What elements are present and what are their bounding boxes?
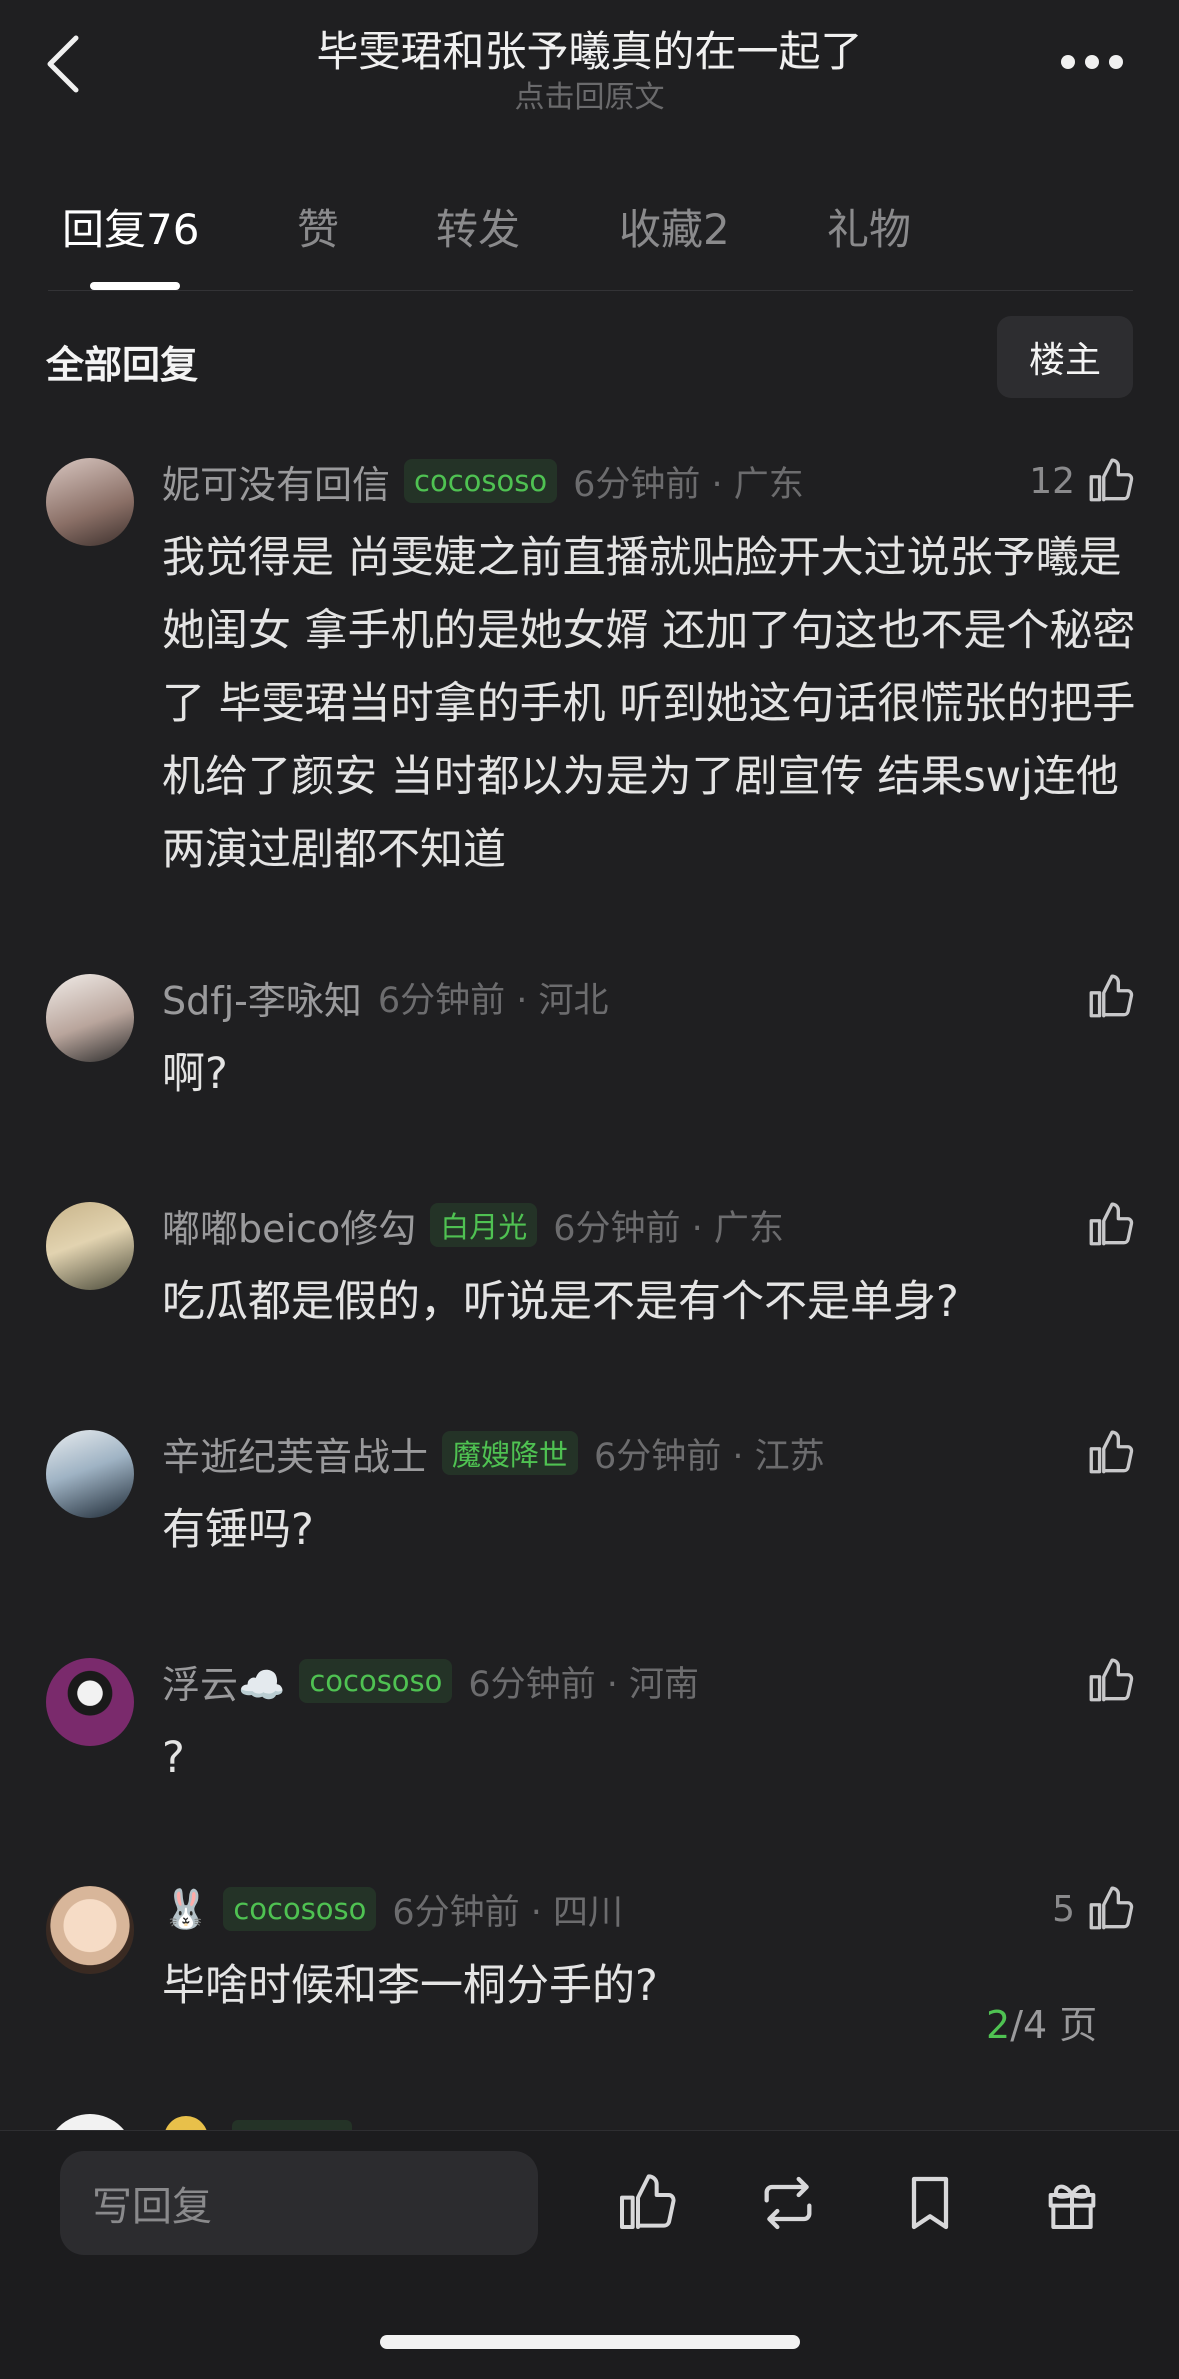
tab-favorites[interactable]: 收藏2 (619, 196, 730, 257)
fan-badge: cocososo (223, 1887, 377, 1931)
dot-icon (1109, 55, 1123, 69)
like-button[interactable] (1085, 1656, 1135, 1706)
like-button[interactable]: 5 (1052, 1884, 1135, 1934)
comment-meta: 🐰 cocososo 6分钟前 · 四川 (162, 1884, 623, 1934)
username[interactable]: 嘟嘟beico修勾 (162, 1198, 416, 1253)
dot-icon (1085, 55, 1099, 69)
timestamp-location: 6分钟前 · 广东 (573, 464, 804, 505)
comment-meta: 浮云☁️ cocososo 6分钟前 · 河南 (162, 1654, 700, 1709)
tab-likes[interactable]: 赞 (297, 196, 339, 257)
tab-label: 转发 (436, 205, 521, 254)
page-title: 毕雯珺和张予曦真的在一起了 (316, 27, 863, 76)
bookmark-icon[interactable] (898, 2171, 962, 2235)
avatar[interactable] (46, 1658, 134, 1746)
current-page: 2 (986, 2003, 1011, 2047)
avatar[interactable] (46, 1202, 134, 1290)
tab-replies[interactable]: 回复76 (62, 196, 199, 257)
comment-text: 有锤吗? (162, 1505, 314, 1555)
comment-text: 吃瓜都是假的，听说是不是有个不是单身? (162, 1277, 959, 1327)
avatar[interactable] (46, 974, 134, 1062)
more-options-button[interactable] (1061, 54, 1123, 70)
dot-icon (1061, 55, 1075, 69)
avatar[interactable] (46, 1886, 134, 1974)
username[interactable]: 妮可没有回信 (162, 454, 390, 509)
avatar[interactable] (46, 1430, 134, 1518)
username[interactable]: Sdfj-李咏知 (162, 970, 362, 1025)
tab-label: 回复 (62, 205, 147, 254)
active-tab-indicator (90, 282, 180, 290)
like-button[interactable] (1085, 1200, 1135, 1250)
timestamp-location: 6分钟前 · 河北 (377, 980, 609, 1021)
fan-badge: 魔嫂降世 (442, 1431, 579, 1475)
fan-badge: cocososo (299, 1659, 453, 1703)
total-pages: /4 页 (1010, 2003, 1098, 2047)
comment-text: 我觉得是 尚雯婕之前直播就贴脸开大过说张予曦是她闺女 拿手机的是她女婿 还加了句… (162, 533, 1136, 875)
timestamp-location: 6分钟前 · 广东 (553, 1208, 784, 1249)
tab-reposts[interactable]: 转发 (436, 196, 520, 257)
thumbs-up-icon (1089, 1430, 1134, 1474)
timestamp-location: 6分钟前 · 四川 (392, 1892, 624, 1933)
thumbs-up-icon (1089, 974, 1134, 1018)
tab-label: 赞 (297, 205, 340, 254)
back-to-original-link[interactable]: 点击回原文 (0, 72, 1179, 116)
avatar[interactable] (46, 458, 134, 546)
like-count: 5 (1052, 1888, 1075, 1930)
username[interactable]: 浮云☁️ (162, 1654, 285, 1709)
tab-count: 2 (703, 205, 730, 254)
timestamp-location: 6分钟前 · 河南 (468, 1664, 700, 1705)
like-button[interactable] (1085, 1428, 1135, 1478)
timestamp-location: 6分钟前 · 江苏 (594, 1436, 825, 1477)
like-button[interactable] (1085, 972, 1135, 1022)
page-indicator[interactable]: 2/4 页 (986, 1994, 1097, 2049)
avatar (46, 2114, 134, 2130)
home-indicator (380, 2335, 800, 2349)
comment-meta: 辛逝纪芙音战士 魔嫂降世 6分钟前 · 江苏 (162, 1426, 825, 1481)
like-count: 12 (1029, 460, 1075, 502)
thumbs-up-icon (1089, 1658, 1134, 1702)
comment-text: ? (162, 1733, 185, 1783)
reply-input[interactable]: 写回复 (60, 2151, 538, 2255)
username[interactable]: 🐰 (162, 1887, 209, 1932)
op-only-button[interactable]: 楼主 (997, 316, 1133, 398)
tab-label: 收藏 (619, 205, 704, 254)
username[interactable]: 辛逝纪芙音战士 (162, 1426, 428, 1481)
thumbs-up-icon (1089, 1202, 1134, 1246)
tab-label: 礼物 (827, 205, 912, 254)
like-icon[interactable] (614, 2171, 678, 2235)
comment-meta: 妮可没有回信 cocososo 6分钟前 · 广东 (162, 454, 804, 509)
like-button[interactable]: 12 (1029, 456, 1135, 506)
tab-gifts[interactable]: 礼物 (827, 196, 911, 257)
thumbs-up-icon (1089, 1886, 1134, 1930)
fan-badge (232, 2120, 352, 2130)
next-comment-partial (0, 2108, 1179, 2130)
comment-meta: Sdfj-李咏知 6分钟前 · 河北 (162, 970, 609, 1025)
tab-count: 76 (146, 205, 200, 254)
fan-badge: 白月光 (430, 1203, 538, 1247)
gift-icon[interactable] (1040, 2171, 1104, 2235)
repost-icon[interactable] (756, 2171, 820, 2235)
fan-badge: cocososo (404, 459, 558, 503)
thumbs-up-icon (1089, 458, 1134, 502)
comment-text: 啊? (162, 1049, 228, 1099)
emoji-icon (164, 2116, 208, 2130)
section-title: 全部回复 (46, 343, 199, 387)
comment-meta: 嘟嘟beico修勾 白月光 6分钟前 · 广东 (162, 1198, 784, 1253)
divider (48, 290, 1133, 291)
